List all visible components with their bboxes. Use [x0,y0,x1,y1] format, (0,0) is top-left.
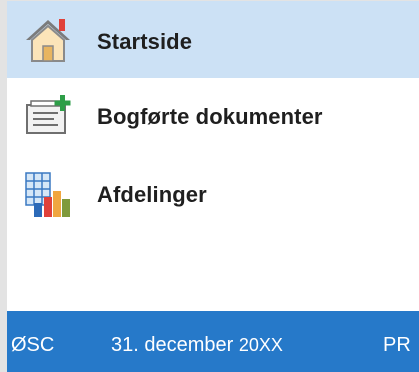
status-mode[interactable]: PR [383,334,411,357]
nav-item-startside[interactable]: Startside [7,1,419,78]
status-date-day-month: 31. december [111,334,234,356]
nav-item-afdelinger[interactable]: Afdelinger [7,156,419,234]
nav-item-label: Afdelinger [97,182,207,207]
status-bar: ØSC 31. december 20XX PR [7,311,419,372]
status-date-year: 20XX [238,335,283,355]
navigation-pane: Startside Bogførte dokumenter Afdelinger… [0,0,419,372]
posted-documents-icon [22,91,74,143]
nav-item-label: Bogførte dokumenter [97,104,323,129]
nav-item-label: Startside [97,29,193,54]
nav-item-bogforte-dokumenter[interactable]: Bogførte dokumenter [7,78,419,156]
house-icon [22,14,74,66]
departments-icon [22,169,74,221]
status-company[interactable]: ØSC [11,334,54,357]
nav-list: Startside Bogførte dokumenter Afdelinger [7,1,419,234]
status-work-date[interactable]: 31. december 20XX [111,334,283,357]
